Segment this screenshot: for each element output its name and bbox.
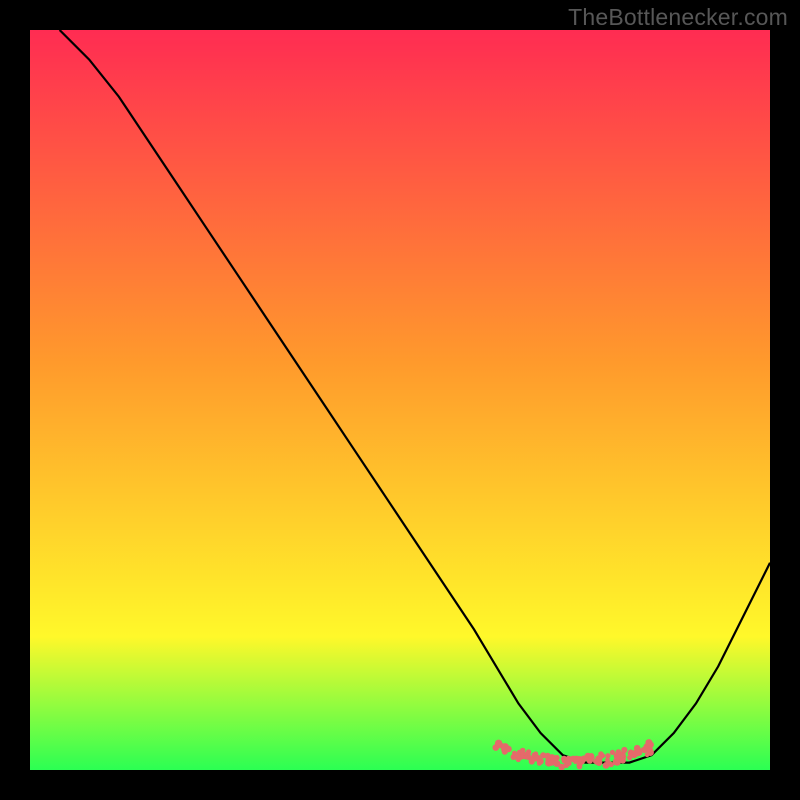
- watermark-text: TheBottlenecker.com: [568, 4, 788, 31]
- marker-dot: [554, 755, 560, 761]
- gradient-background: [30, 30, 770, 770]
- marker-dot: [621, 747, 627, 753]
- marker-dot: [605, 753, 610, 758]
- marker-dot: [620, 757, 626, 763]
- marker-dot: [607, 761, 612, 766]
- chart-container: TheBottlenecker.com: [0, 0, 800, 800]
- marker-dot: [647, 749, 654, 756]
- marker-dot: [512, 751, 517, 756]
- marker-dot: [641, 747, 648, 754]
- marker-dot: [589, 753, 594, 758]
- marker-dot: [594, 759, 600, 765]
- marker-dot: [645, 739, 652, 746]
- plot-area: [30, 30, 770, 770]
- marker-dot: [600, 753, 605, 758]
- marker-dot: [526, 749, 531, 754]
- marker-dot: [627, 755, 632, 760]
- chart-svg: [30, 30, 770, 770]
- marker-dot: [529, 759, 535, 765]
- marker-dot: [505, 746, 512, 753]
- marker-dot: [533, 751, 538, 756]
- marker-dot: [537, 761, 542, 766]
- marker-dot: [493, 744, 500, 751]
